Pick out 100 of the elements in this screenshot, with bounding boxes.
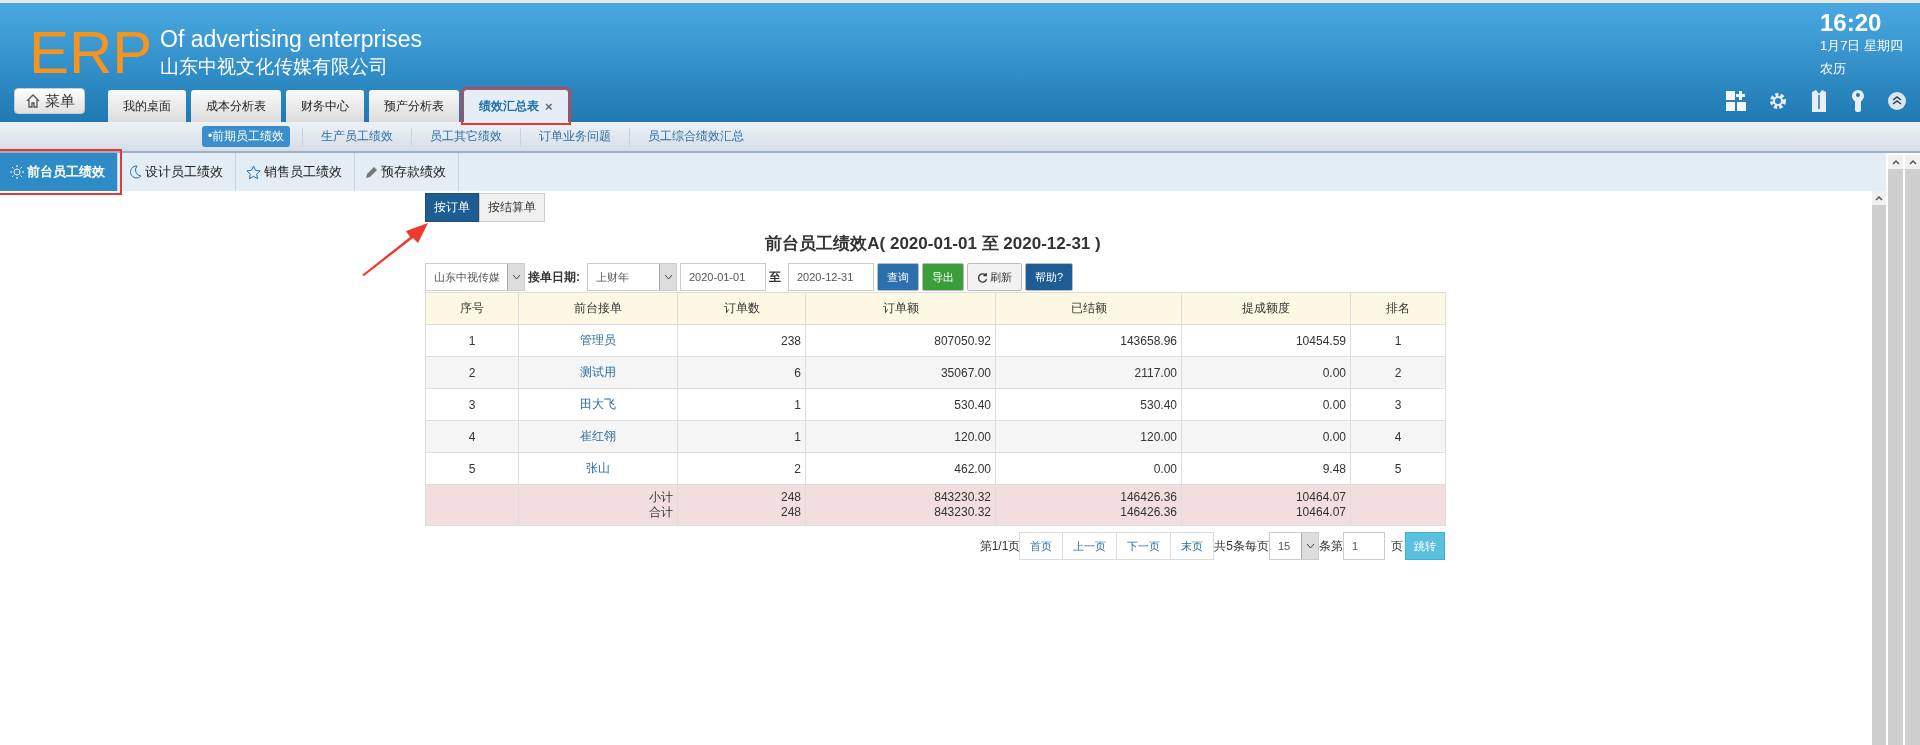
table-cell: 530.40 [805, 388, 996, 421]
employee-link[interactable]: 张山 [518, 452, 678, 485]
collapse-icon[interactable] [1888, 92, 1906, 110]
company-select[interactable]: 山东中视传媒 [425, 263, 525, 291]
period-select[interactable]: 上财年 [587, 263, 677, 291]
to-label: 至 [769, 268, 781, 286]
table-cell: 1 [677, 420, 806, 453]
caret-icon [663, 274, 673, 280]
table-cell: 1 [1350, 324, 1446, 357]
column-header: 订单数 [677, 292, 806, 325]
view-toggle-button[interactable]: 按结算单 [479, 193, 545, 222]
column-header: 已结额 [995, 292, 1182, 325]
table-cell: 6 [677, 356, 806, 389]
sub-nav-item[interactable]: 订单业务问题 [533, 126, 618, 147]
table-cell: 2117.00 [995, 356, 1182, 389]
filter-button[interactable]: 刷新 [967, 263, 1022, 291]
tab-label: 设计员工绩效 [145, 163, 223, 181]
table-cell: 1 [425, 324, 519, 357]
key-icon[interactable] [1850, 90, 1866, 112]
table-cell: 2 [1350, 356, 1446, 389]
filter-button[interactable]: 帮助? [1025, 263, 1074, 291]
tab-label: 前台员工绩效 [27, 163, 105, 181]
window-tab[interactable]: 我的桌面 [108, 90, 186, 122]
scrollbar[interactable] [1870, 191, 1886, 745]
section-tab[interactable]: 销售员工绩效 [236, 153, 355, 191]
employee-link[interactable]: 崔红翎 [518, 420, 678, 453]
date-label: 接单日期: [528, 268, 580, 286]
total-cell: 小计 合计 [518, 484, 678, 526]
lunar-date: 农历 [1820, 60, 1846, 78]
table-cell: 2 [425, 356, 519, 389]
table-cell: 0.00 [1181, 420, 1351, 453]
goto-label: 条第 [1319, 537, 1343, 555]
window-tab[interactable]: 预产分析表 [369, 90, 459, 122]
window-tab[interactable]: 财务中心 [286, 90, 364, 122]
section-tab[interactable]: 设计员工绩效 [118, 153, 236, 191]
table-cell: 35067.00 [805, 356, 996, 389]
shirt-icon[interactable] [1810, 90, 1828, 112]
sub-nav-item[interactable]: •前期员工绩效 [202, 126, 291, 147]
scrollbar[interactable] [1886, 155, 1903, 745]
star-icon [246, 164, 261, 180]
table-cell: 4 [1350, 420, 1446, 453]
table-cell: 3 [1350, 388, 1446, 421]
tab-label: 预产分析表 [384, 97, 444, 115]
table-cell: 0.00 [995, 452, 1182, 485]
column-header: 排名 [1350, 292, 1446, 325]
table-cell: 10454.59 [1181, 324, 1351, 357]
logo: ERP [29, 23, 154, 83]
table-cell: 5 [425, 452, 519, 485]
total-cell: 10464.07 10464.07 [1181, 484, 1351, 526]
view-toggle-button[interactable]: 按订单 [425, 193, 479, 222]
scrollbar[interactable] [1903, 155, 1920, 745]
pointer-arrow [360, 221, 430, 277]
tab-label: 成本分析表 [206, 97, 266, 115]
employee-link[interactable]: 管理员 [518, 324, 678, 357]
table-cell: 530.40 [995, 388, 1182, 421]
pencil-icon [365, 165, 378, 179]
tab-label: 我的桌面 [123, 97, 171, 115]
end-date-field[interactable]: 2020-12-31 [788, 263, 874, 291]
moon-icon [128, 165, 142, 179]
add-tile-icon[interactable] [1726, 91, 1746, 111]
column-header: 订单额 [805, 292, 996, 325]
table-cell: 120.00 [995, 420, 1182, 453]
window-tab[interactable]: 成本分析表 [191, 90, 281, 122]
start-date-field[interactable]: 2020-01-01 [680, 263, 766, 291]
page-link[interactable]: 下一页 [1116, 532, 1172, 560]
sub-nav-item[interactable]: 员工其它绩效 [424, 126, 509, 147]
home-icon [24, 93, 41, 109]
report-title: 前台员工绩效A( 2020-01-01 至 2020-12-31 ) [764, 233, 1102, 255]
sub-nav-item[interactable]: 员工综合绩效汇总 [642, 126, 751, 147]
page-field[interactable]: 1 [1343, 532, 1385, 560]
menu-button[interactable]: 菜单 [14, 88, 85, 114]
employee-link[interactable]: 田大飞 [518, 388, 678, 421]
total-cell: 843230.32 843230.32 [805, 484, 996, 526]
tab-label: 销售员工绩效 [264, 163, 342, 181]
settings-icon[interactable] [1768, 91, 1788, 111]
table-cell: 3 [425, 388, 519, 421]
page-size-select[interactable]: 15 [1269, 532, 1319, 560]
clock-date: 1月7日 星期四 [1820, 37, 1904, 55]
refresh-icon [977, 271, 988, 283]
employee-link[interactable]: 测试用 [518, 356, 678, 389]
section-tab[interactable]: 预存款绩效 [355, 153, 459, 191]
table-cell: 462.00 [805, 452, 996, 485]
count-label: 共5条每页 [1214, 537, 1269, 555]
close-icon[interactable]: × [545, 98, 553, 114]
sub-nav-item[interactable]: 生产员工绩效 [315, 126, 400, 147]
table-cell: 0.00 [1181, 388, 1351, 421]
window-tab[interactable]: 绩效汇总表 × [464, 90, 568, 122]
page-link[interactable]: 上一页 [1062, 532, 1118, 560]
column-header: 前台接单 [518, 292, 678, 325]
clock-time: 16:20 [1820, 9, 1882, 37]
filter-button[interactable]: 查询 [877, 263, 919, 291]
filter-button[interactable]: 导出 [922, 263, 964, 291]
page-link[interactable]: 首页 [1019, 532, 1064, 560]
tab-label: 预存款绩效 [381, 163, 446, 181]
tab-label: 财务中心 [301, 97, 349, 115]
column-header: 序号 [425, 292, 519, 325]
column-header: 提成额度 [1181, 292, 1351, 325]
page-unit-label: 页 [1391, 537, 1403, 555]
sun-icon [10, 165, 24, 179]
page-link[interactable]: 末页 [1170, 532, 1215, 560]
